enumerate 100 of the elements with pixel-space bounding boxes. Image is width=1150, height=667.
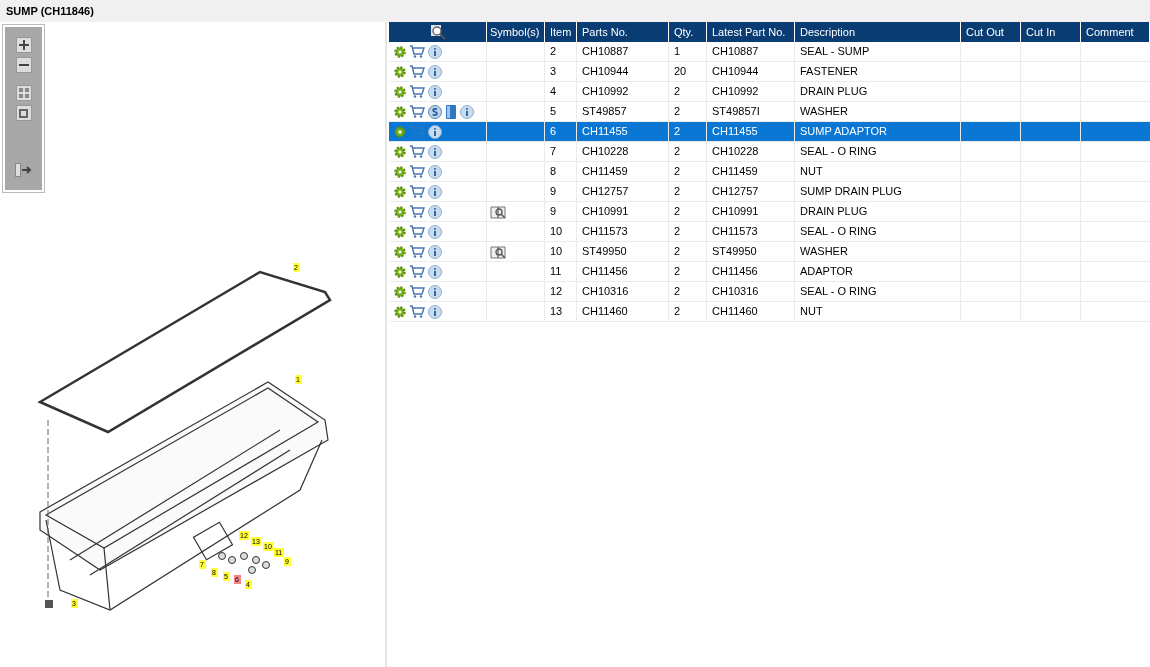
cart-icon[interactable] (409, 185, 425, 198)
table-cell: CH10992 (707, 82, 795, 101)
table-cell: CH10228 (577, 142, 669, 161)
export-arrow-icon[interactable] (14, 163, 33, 177)
table-cell: CH10316 (707, 282, 795, 301)
info-icon[interactable] (428, 44, 442, 59)
table-row[interactable]: 10 CH11573 2 CH11573 SEAL - O RING (389, 222, 1150, 242)
cart-icon[interactable] (409, 285, 425, 298)
info-icon[interactable] (428, 304, 442, 319)
gear-icon[interactable] (394, 305, 406, 318)
gear-icon[interactable] (394, 85, 406, 98)
info-icon[interactable] (428, 244, 442, 259)
gear-icon[interactable] (394, 265, 406, 278)
zoom-out-icon[interactable] (15, 57, 32, 73)
table-row[interactable]: 6 CH11455 2 CH11455 SUMP ADAPTOR (389, 122, 1150, 142)
cart-icon[interactable] (409, 65, 425, 78)
zoom-in-icon[interactable] (15, 37, 32, 53)
table-cell: CH10991 (707, 202, 795, 221)
s-circle-icon[interactable] (428, 104, 442, 119)
info-icon[interactable] (428, 144, 442, 159)
table-cell: 2 (669, 242, 707, 261)
table-row[interactable]: 5 ST49857 2 ST49857I WASHER (389, 102, 1150, 122)
table-row[interactable]: 7 CH10228 2 CH10228 SEAL - O RING (389, 142, 1150, 162)
gear-icon[interactable] (394, 105, 406, 118)
book-icon[interactable] (445, 103, 457, 120)
table-row[interactable]: 4 CH10992 2 CH10992 DRAIN PLUG (389, 82, 1150, 102)
table-cell: CH11455 (577, 122, 669, 141)
square-icon[interactable] (15, 105, 32, 121)
table-cell: CH11456 (707, 262, 795, 281)
cart-icon[interactable] (409, 245, 425, 258)
table-cell: SEAL - SUMP (795, 42, 961, 61)
info-icon[interactable] (428, 84, 442, 99)
info-icon[interactable] (428, 64, 442, 79)
info-icon[interactable] (428, 224, 442, 239)
table-cell: 1 (669, 42, 707, 61)
table-row[interactable]: 9 CH10991 2 CH10991 DRAIN PLUG (389, 202, 1150, 222)
gear-icon[interactable] (394, 225, 406, 238)
table-cell: CH12757 (707, 182, 795, 201)
gear-icon[interactable] (394, 165, 406, 178)
cart-icon[interactable] (409, 105, 425, 118)
info-icon[interactable] (428, 204, 442, 219)
table-row[interactable]: 2 CH10887 1 CH10887 SEAL - SUMP (389, 42, 1150, 62)
search-icon[interactable] (429, 24, 446, 40)
table-cell: 2 (669, 222, 707, 241)
cart-icon[interactable] (409, 205, 425, 218)
table-cell: CH11455 (707, 122, 795, 141)
table-cell: SEAL - O RING (795, 222, 961, 241)
table-row[interactable]: 10 ST49950 2 ST49950 WASHER (389, 242, 1150, 262)
gear-icon[interactable] (394, 185, 406, 198)
table-cell: CH11460 (707, 302, 795, 321)
cart-icon[interactable] (409, 45, 425, 58)
info-icon[interactable] (428, 164, 442, 179)
info-icon[interactable] (428, 264, 442, 279)
table-cell: DRAIN PLUG (795, 202, 961, 221)
table-row[interactable]: 12 CH10316 2 CH10316 SEAL - O RING (389, 282, 1150, 302)
table-cell: 6 (545, 122, 577, 141)
table-cell: SUMP ADAPTOR (795, 122, 961, 141)
table-cell: CH10887 (577, 42, 669, 61)
table-cell: CH10991 (577, 202, 669, 221)
info-icon[interactable] (428, 184, 442, 199)
table-cell: 5 (545, 102, 577, 121)
gear-icon[interactable] (394, 245, 406, 258)
gear-icon[interactable] (394, 65, 406, 78)
table-row[interactable]: 8 CH11459 2 CH11459 NUT (389, 162, 1150, 182)
cart-icon[interactable] (409, 225, 425, 238)
fit-grid-icon[interactable] (15, 85, 32, 101)
info-icon[interactable] (460, 104, 474, 119)
table-cell: ADAPTOR (795, 262, 961, 281)
table-cell: 10 (545, 242, 577, 261)
cart-icon[interactable] (409, 145, 425, 158)
book-magnifier-icon[interactable] (490, 204, 507, 219)
info-icon[interactable] (428, 124, 442, 139)
cart-icon[interactable] (409, 165, 425, 178)
cart-icon[interactable] (409, 265, 425, 278)
table-row[interactable]: 11 CH11456 2 CH11456 ADAPTOR (389, 262, 1150, 282)
gear-icon[interactable] (394, 45, 406, 58)
cart-icon[interactable] (409, 85, 425, 98)
gear-icon[interactable] (394, 145, 406, 158)
table-row[interactable]: 9 CH12757 2 CH12757 SUMP DRAIN PLUG (389, 182, 1150, 202)
table-row[interactable]: 3 CH10944 20 CH10944 FASTENER (389, 62, 1150, 82)
info-icon[interactable] (428, 284, 442, 299)
table-row[interactable]: 13 CH11460 2 CH11460 NUT (389, 302, 1150, 322)
table-cell: 7 (545, 142, 577, 161)
table-cell: FASTENER (795, 62, 961, 81)
table-cell: CH11573 (577, 222, 669, 241)
table-cell: 9 (545, 182, 577, 201)
table-cell: 2 (669, 302, 707, 321)
table-cell: 2 (669, 122, 707, 141)
table-cell: CH11459 (707, 162, 795, 181)
cart-icon[interactable] (409, 305, 425, 318)
fittings-drawing (218, 552, 270, 574)
book-magnifier-icon[interactable] (490, 244, 507, 259)
table-cell: 9 (545, 202, 577, 221)
table-cell: CH10887 (707, 42, 795, 61)
gear-icon[interactable] (394, 285, 406, 298)
table-cell: 2 (669, 202, 707, 221)
gear-icon[interactable] (394, 125, 406, 138)
gear-icon[interactable] (394, 205, 406, 218)
table-cell: SEAL - O RING (795, 142, 961, 161)
table-cell: CH11459 (577, 162, 669, 181)
